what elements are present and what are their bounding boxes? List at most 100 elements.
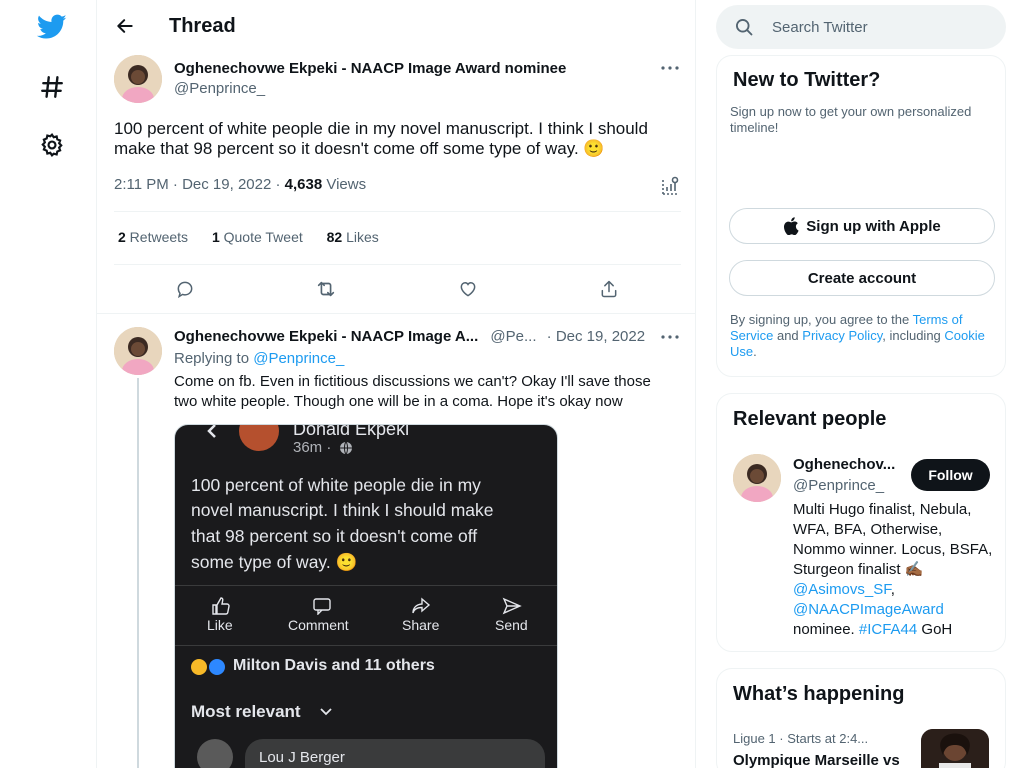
twitter-logo-icon[interactable] <box>33 8 71 46</box>
quotes-stat[interactable]: 1 Quote Tweet <box>212 229 303 245</box>
settings-gear-icon[interactable] <box>33 126 71 164</box>
signup-subtitle: Sign up now to get your own personalized… <box>730 104 972 135</box>
fb-comment-icon <box>313 598 331 615</box>
replying-to: Replying to @Penprince_ <box>174 350 344 367</box>
legal-text-2: and <box>773 328 803 343</box>
search-input[interactable] <box>772 17 992 37</box>
back-chevron-icon <box>207 425 216 438</box>
fb-like-icon <box>212 597 230 615</box>
relevant-people-card: Relevant people Oghenechov... @Penprince… <box>716 393 1006 652</box>
legal-text-4: . <box>753 344 757 359</box>
reply-date[interactable]: · Dec 19, 2022 <box>547 328 645 345</box>
views-count: 4,638 <box>284 176 323 193</box>
quotes-count: 1 <box>211 229 220 245</box>
likes-label: Likes <box>342 229 379 245</box>
replying-handle-link[interactable]: @Penprince_ <box>253 350 344 367</box>
tweet-meta: 2:11 PM · Dec 19, 2022 · 4,638 Views <box>114 176 366 193</box>
analytics-icon[interactable] <box>660 176 682 196</box>
likes-count: 82 <box>326 229 343 245</box>
like-heart-icon[interactable] <box>456 277 480 301</box>
signup-legal-text: By signing up, you agree to the Terms of… <box>730 312 996 360</box>
bio-mention-asimovs[interactable]: @Asimovs_SF <box>793 581 891 598</box>
retweets-stat[interactable]: 2 Retweets <box>118 229 188 245</box>
replying-prefix: Replying to <box>174 350 254 367</box>
likes-stat[interactable]: 82 Likes <box>327 229 379 245</box>
bio-separator: , <box>890 581 895 598</box>
author-handle[interactable]: @Penprince_ <box>174 80 265 97</box>
divider <box>114 211 681 212</box>
divider <box>114 264 681 265</box>
retweets-label: Retweets <box>125 229 189 245</box>
tweet-timestamp[interactable]: 2:11 PM · Dec 19, 2022 · <box>114 176 285 193</box>
back-arrow-icon[interactable] <box>111 12 139 40</box>
views-label: Views <box>322 176 367 193</box>
media-divider <box>175 645 557 646</box>
reply-author-avatar[interactable] <box>114 327 162 375</box>
trend-player-image <box>921 729 989 768</box>
whats-happening-card: What’s happening Ligue 1 · Starts at 2:4… <box>716 668 1006 768</box>
media-poster-name: Donald Ekpeki <box>293 424 410 439</box>
media-reactions-text: Milton Davis and 11 others <box>233 657 435 674</box>
person-handle[interactable]: @Penprince_ <box>793 477 884 494</box>
chevron-down-icon <box>320 708 332 716</box>
person-name[interactable]: Oghenechov... <box>793 456 895 473</box>
bio-mention-naacp[interactable]: @NAACPImageAward <box>793 601 944 618</box>
create-account-label: Create account <box>807 269 917 287</box>
media-post-line-2: novel manuscript. I think I should make <box>191 500 494 520</box>
bio-text-2: nominee. <box>793 621 859 638</box>
bio-text-1: Multi Hugo finalist, Nebula, WFA, BFA, O… <box>793 501 993 578</box>
media-post-line-1: 100 percent of white people die in my <box>191 475 481 495</box>
retweets-count: 2 <box>118 229 126 245</box>
retweet-icon[interactable] <box>314 277 338 301</box>
fb-action-comment: Comment <box>288 617 349 633</box>
fb-send-icon <box>502 597 522 615</box>
reply-media-image[interactable]: Donald Ekpeki 36m · 100 percent of white… <box>174 424 558 768</box>
follow-button[interactable]: Follow <box>911 459 990 491</box>
fb-action-share: Share <box>402 617 440 633</box>
create-account-button[interactable]: Create account <box>729 260 995 296</box>
person-bio: Multi Hugo finalist, Nebula, WFA, BFA, O… <box>793 500 993 640</box>
fb-action-like: Like <box>207 617 233 633</box>
bio-text-3: GoH <box>917 621 953 638</box>
apple-logo-icon <box>784 217 799 235</box>
signup-title: New to Twitter? <box>733 69 881 91</box>
share-icon[interactable] <box>597 277 621 301</box>
like-reaction-icon <box>207 657 227 677</box>
more-options-icon[interactable] <box>658 58 682 78</box>
search-box[interactable] <box>716 5 1006 49</box>
globe-icon <box>340 441 352 455</box>
page-title: Thread <box>169 15 236 37</box>
author-avatar[interactable] <box>114 55 162 103</box>
trend-thumbnail[interactable] <box>921 729 989 768</box>
reply-author-handle[interactable]: @Pe... <box>490 328 536 345</box>
media-post-line-4: some type of way. 🙂 <box>191 552 358 572</box>
reply-more-options-icon[interactable] <box>658 327 682 347</box>
media-commenter-name: Lou J Berger <box>259 749 345 766</box>
reply-icon[interactable] <box>173 277 197 301</box>
follow-label: Follow <box>928 467 973 483</box>
bio-hashtag-icfa[interactable]: #ICFA44 <box>859 621 917 638</box>
media-sort-label: Most relevant <box>191 702 301 721</box>
trend-meta: Ligue 1 · Starts at 2:4... <box>733 731 869 746</box>
trend-title[interactable]: Olympique Marseille vs <box>733 752 900 768</box>
media-post-time: 36m · <box>293 439 332 456</box>
legal-text-3: , including <box>882 328 945 343</box>
main-column: Thread Oghenechovwe Ekpeki - NAACP Image… <box>96 0 696 768</box>
signup-card: New to Twitter? Sign up now to get your … <box>716 55 1006 377</box>
reply-author-name[interactable]: Oghenechovwe Ekpeki - NAACP Image A... <box>174 328 478 345</box>
signup-apple-label: Sign up with Apple <box>806 217 941 235</box>
left-nav <box>0 0 96 768</box>
tweet-text: 100 percent of white people die in my no… <box>114 119 648 158</box>
thread-connector-line <box>137 378 139 768</box>
commenter-avatar <box>197 739 233 768</box>
signup-apple-button[interactable]: Sign up with Apple <box>729 208 995 244</box>
reply-header: Oghenechovwe Ekpeki - NAACP Image A... @… <box>174 328 684 348</box>
author-name[interactable]: Oghenechovwe Ekpeki - NAACP Image Award … <box>174 60 566 77</box>
thread-header: Thread <box>97 0 695 53</box>
explore-hashtag-icon[interactable] <box>33 68 71 106</box>
legal-text-1: By signing up, you agree to the <box>730 312 913 327</box>
person-avatar[interactable] <box>733 454 781 502</box>
whats-happening-title: What’s happening <box>733 683 905 705</box>
privacy-link[interactable]: Privacy Policy <box>802 328 882 343</box>
fb-action-send: Send <box>495 617 528 633</box>
